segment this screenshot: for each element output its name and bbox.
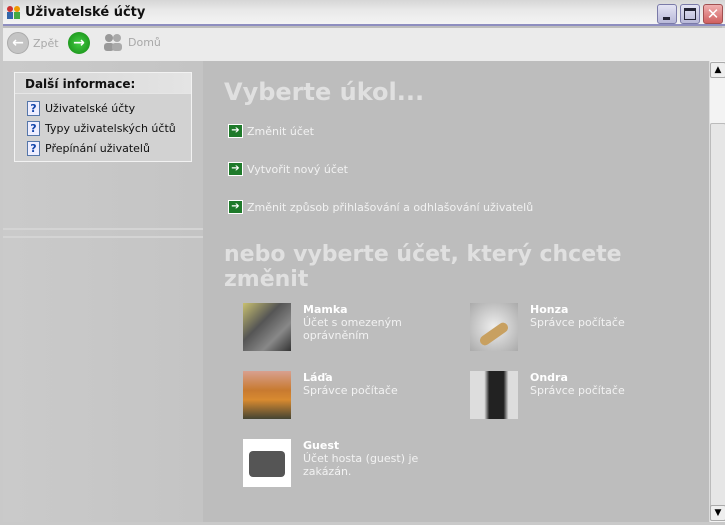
home-button[interactable]: Domů <box>102 32 161 52</box>
scroll-down-button[interactable]: ▼ <box>710 505 725 521</box>
sidebar-link-switching-users[interactable]: ? Přepínání uživatelů <box>27 140 191 156</box>
more-info-panel: Další informace: ? Uživatelské účty ? Typy… <box>14 72 192 162</box>
users-icon <box>6 5 22 19</box>
sidebar-link-user-accounts[interactable]: ? Uživatelské účty <box>27 100 191 116</box>
home-users-icon <box>104 34 122 51</box>
task-create-account[interactable]: ➔ Vytvořit nový účet <box>228 162 348 176</box>
toolbar: ← Zpět → Domů <box>3 28 725 61</box>
maximize-button[interactable] <box>680 4 700 24</box>
account-name: Guest <box>303 439 340 452</box>
sidebar: Další informace: ? Uživatelské účty ? Typy… <box>3 61 203 522</box>
title-bar[interactable]: Uživatelské účty ✕ <box>3 0 725 26</box>
account-ondra[interactable]: Ondra Správce počítače <box>470 371 670 419</box>
window-title: Uživatelské účty <box>25 5 146 20</box>
account-type: Správce počítače <box>303 384 398 397</box>
task-change-logon[interactable]: ➔ Změnit způsob přihlašování a odhlašován… <box>228 200 533 214</box>
window: Uživatelské účty ✕ ← Zpět → Domů Další in… <box>0 0 725 525</box>
account-name: Mamka <box>303 303 348 316</box>
more-info-heading: Další informace: <box>15 73 191 94</box>
task-change-account[interactable]: ➔ Změnit účet <box>228 124 314 138</box>
scroll-up-button[interactable]: ▲ <box>710 62 725 78</box>
link-label: Přepínání uživatelů <box>45 141 150 155</box>
account-type: Správce počítače <box>530 316 625 329</box>
help-icon: ? <box>27 140 40 156</box>
minimize-button[interactable] <box>657 4 677 24</box>
main-pane: Vyberte úkol... ➔ Změnit účet ➔ Vytvořit n… <box>203 61 709 522</box>
account-name: Honza <box>530 303 569 316</box>
account-picture <box>243 303 291 351</box>
account-picture <box>243 439 291 487</box>
forward-arrow-icon: → <box>68 32 90 54</box>
back-button[interactable]: ← Zpět <box>7 32 59 54</box>
task-label: Vytvořit nový účet <box>247 162 348 176</box>
home-label: Domů <box>128 35 161 49</box>
account-picture <box>243 371 291 419</box>
sidebar-link-account-types[interactable]: ? Typy uživatelských účtů <box>27 120 191 136</box>
account-guest[interactable]: Guest Účet hosta (guest) je zakázán. <box>243 439 443 487</box>
minimize-icon <box>663 17 670 20</box>
account-honza[interactable]: Honza Správce počítače <box>470 303 670 351</box>
scroll-thumb[interactable] <box>710 123 725 521</box>
back-label: Zpět <box>33 36 59 50</box>
maximize-icon <box>684 8 696 20</box>
vertical-scrollbar[interactable]: ▲ ▼ <box>709 61 725 522</box>
back-arrow-icon: ← <box>7 32 29 54</box>
account-mamka[interactable]: Mamka Účet s omezeným oprávněním <box>243 303 443 351</box>
link-label: Typy uživatelských účtů <box>45 121 176 135</box>
green-arrow-icon: ➔ <box>228 124 243 138</box>
help-icon: ? <box>27 120 40 136</box>
account-picture <box>470 303 518 351</box>
task-label: Změnit způsob přihlašování a odhlašování… <box>247 200 534 214</box>
forward-button[interactable]: → <box>68 32 90 54</box>
account-name: Láďa <box>303 371 333 384</box>
green-arrow-icon: ➔ <box>228 162 243 176</box>
help-icon: ? <box>27 100 40 116</box>
account-lada[interactable]: Láďa Správce počítače <box>243 371 443 419</box>
account-name: Ondra <box>530 371 568 384</box>
account-type: Účet hosta (guest) je zakázán. <box>303 452 419 478</box>
pick-task-heading: Vyberte úkol... <box>224 78 425 106</box>
close-icon: ✕ <box>706 5 720 23</box>
close-button[interactable]: ✕ <box>703 4 723 24</box>
green-arrow-icon: ➔ <box>228 200 243 214</box>
link-label: Uživatelské účty <box>45 101 136 115</box>
account-type: Účet s omezeným oprávněním <box>303 316 402 342</box>
account-type: Správce počítače <box>530 384 625 397</box>
divider <box>3 228 203 230</box>
account-picture <box>470 371 518 419</box>
task-label: Změnit účet <box>247 124 314 138</box>
divider <box>3 236 203 238</box>
suitcase-icon <box>249 451 285 477</box>
pick-account-heading: nebo vyberte účet, který chcete změnit <box>224 242 622 292</box>
